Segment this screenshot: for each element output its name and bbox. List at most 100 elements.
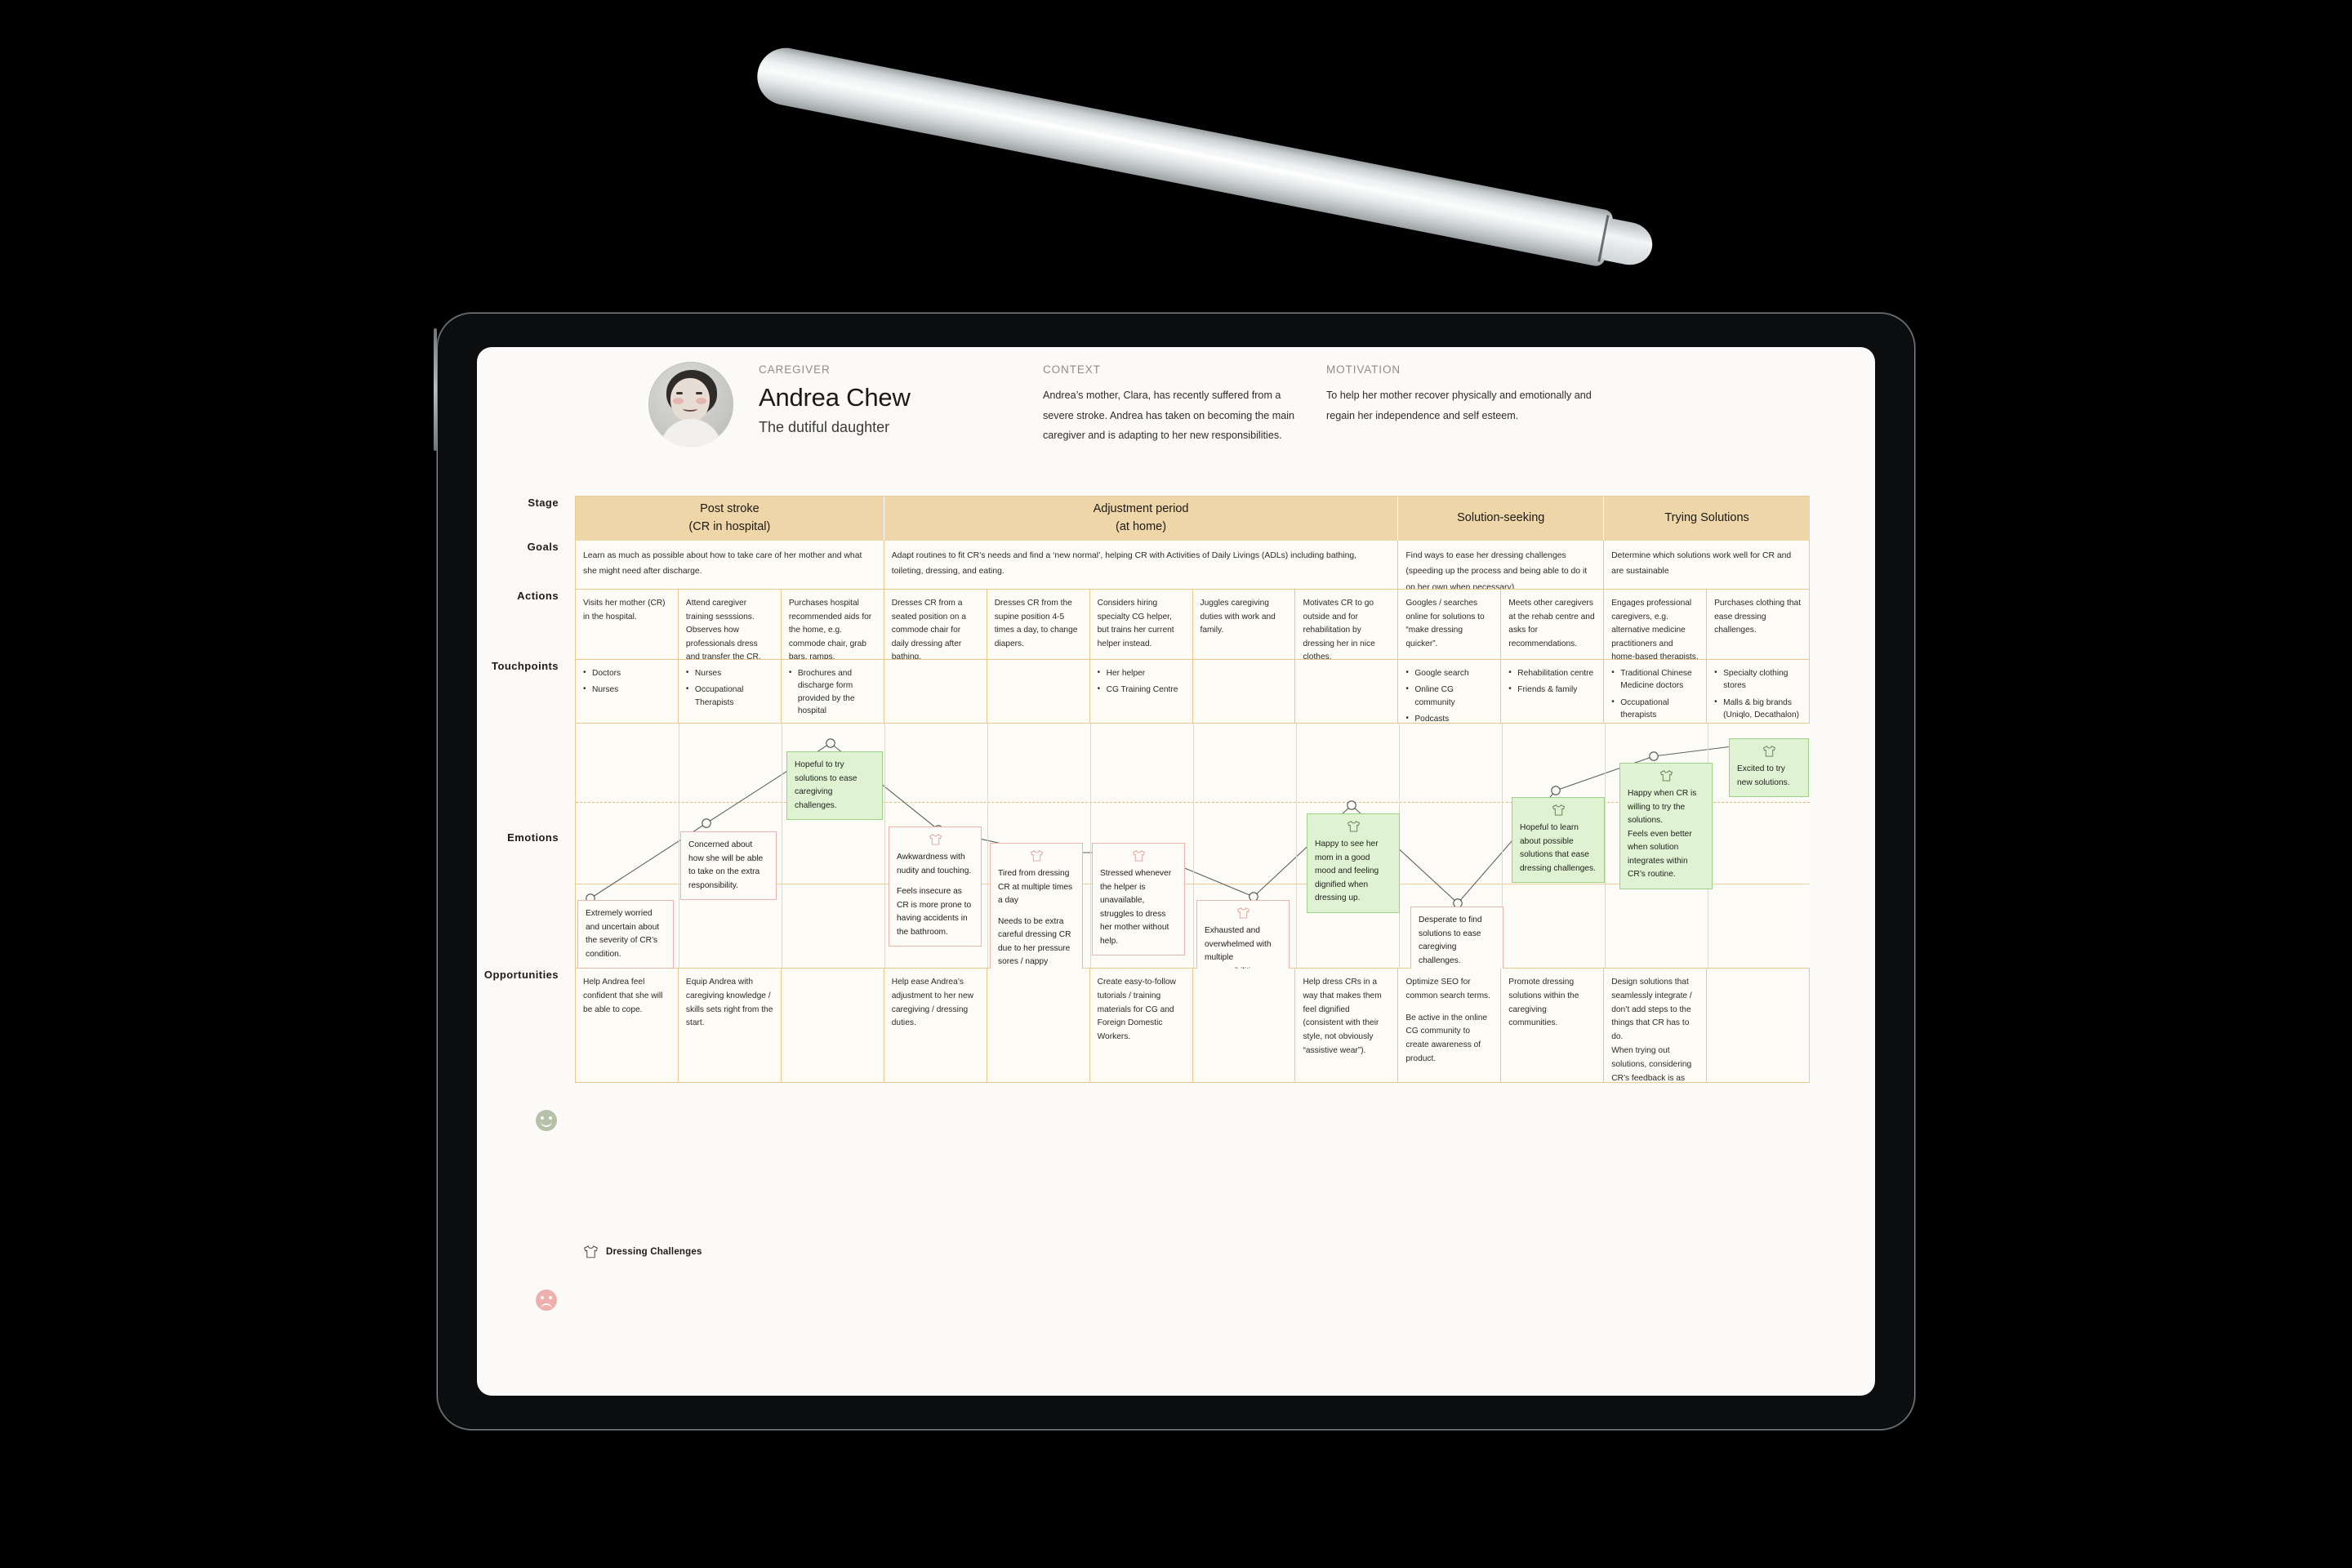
tshirt-icon xyxy=(1763,746,1775,757)
opportunity-cell-5[interactable]: Create easy-to-follow tutorials / traini… xyxy=(1089,969,1193,1083)
touchpoint-cell-11[interactable]: Specialty clothing stores Malls & big bra… xyxy=(1707,660,1811,724)
opportunity-cell-6[interactable] xyxy=(1192,969,1296,1083)
opportunity-cell-2[interactable] xyxy=(781,969,884,1083)
row-goals: Goals Learn as much as possible about ho… xyxy=(528,541,1811,590)
opportunity-cell-4[interactable] xyxy=(987,969,1090,1083)
list-item: Rehabilitation centre xyxy=(1508,666,1596,679)
touchpoint-cell-0[interactable]: Doctors Nurses xyxy=(576,660,679,724)
emotion-point-1[interactable] xyxy=(702,818,711,828)
opportunity-cell-3[interactable]: Help ease Andrea’s adjustment to her new… xyxy=(884,969,987,1083)
row-opportunities: Opportunities Help Andrea feel confident… xyxy=(484,969,1811,1083)
action-cell-7[interactable]: Motivates CR to go outside and for rehab… xyxy=(1295,590,1399,660)
opportunity-cell-0[interactable]: Help Andrea feel confident that she will… xyxy=(576,969,679,1083)
stage-header-1[interactable]: Adjustment period (at home) xyxy=(884,497,1399,541)
list-item: Brochures and discharge form provided by… xyxy=(789,666,876,717)
emotion-point-9[interactable] xyxy=(1551,786,1561,795)
touchpoint-cell-2[interactable]: Brochures and discharge form provided by… xyxy=(781,660,884,724)
note-line: Happy to see her mom in a good mood and … xyxy=(1315,840,1379,903)
emotion-point-2[interactable] xyxy=(826,738,835,748)
opportunity-cell-7[interactable]: Help dress CRs in a way that makes them … xyxy=(1295,969,1399,1083)
touchpoint-cell-5[interactable]: Her helper CG Training Centre xyxy=(1089,660,1193,724)
action-cell-4[interactable]: Dresses CR from the supine position 4-5 … xyxy=(987,590,1090,660)
list-item: Malls & big brands (Uniqlo, Decathalon) xyxy=(1714,696,1802,722)
emotion-note-3[interactable]: Awkwardness with nudity and touching. Fee… xyxy=(889,826,982,947)
action-cell-3[interactable]: Dresses CR from a seated position on a c… xyxy=(884,590,987,660)
touchpoint-cell-6[interactable] xyxy=(1192,660,1296,724)
action-cell-0[interactable]: Visits her mother (CR) in the hospital. xyxy=(576,590,679,660)
emotion-column-divider xyxy=(1193,724,1194,968)
emotion-note-2[interactable]: Hopeful to try solutions to ease caregiv… xyxy=(786,751,883,821)
action-cell-6[interactable]: Juggles caregiving duties with work and … xyxy=(1192,590,1296,660)
touchpoint-cell-9[interactable]: Rehabilitation centre Friends & family xyxy=(1501,660,1605,724)
row-emotions[interactable]: Emotions Extremely worried and uncertain… xyxy=(507,724,1810,991)
opportunity-line: Help dress CRs in a way that makes them … xyxy=(1303,978,1382,1056)
action-cell-5[interactable]: Considers hiring specialty CG helper, bu… xyxy=(1089,590,1193,660)
list-item: CG Training Centre xyxy=(1098,683,1185,696)
opportunity-cell-9[interactable]: Promote dressing solutions within the ca… xyxy=(1501,969,1605,1083)
note-line: Hopeful to try solutions to ease caregiv… xyxy=(795,760,858,810)
avatar-shoulders xyxy=(660,419,722,447)
row-label-touchpoints: Touchpoints xyxy=(492,660,559,672)
screenshot-canvas: CAREGIVER Andrea Chew The dutiful daught… xyxy=(0,0,2352,1568)
opportunity-line: Help Andrea feel confident that she will… xyxy=(583,978,663,1014)
emotion-note-5[interactable]: Stressed whenever the helper is unavaila… xyxy=(1092,843,1185,956)
action-cell-10[interactable]: Engages professional caregivers, e.g. al… xyxy=(1604,590,1708,660)
opportunity-line: Be active in the online CG community to … xyxy=(1405,1013,1488,1064)
note-line: Happy when CR is willing to try the solu… xyxy=(1628,789,1697,826)
touchpoint-cell-7[interactable] xyxy=(1295,660,1399,724)
persona-identity: CAREGIVER Andrea Chew The dutiful daught… xyxy=(759,363,911,436)
list-item: Occupational Therapists xyxy=(686,683,773,709)
tshirt-icon xyxy=(1031,850,1043,862)
goal-cell-3[interactable]: Determine which solutions work well for … xyxy=(1604,541,1811,590)
action-cell-8[interactable]: Googles / searches online for solutions … xyxy=(1398,590,1502,660)
emotion-column-divider xyxy=(1296,724,1297,968)
row-label-stage: Stage xyxy=(528,497,559,509)
opportunity-cell-11[interactable] xyxy=(1707,969,1811,1083)
action-cell-11[interactable]: Purchases clothing that ease dressing ch… xyxy=(1707,590,1811,660)
emotion-point-10[interactable] xyxy=(1649,751,1659,761)
opportunity-cell-1[interactable]: Equip Andrea with caregiving knowledge /… xyxy=(678,969,782,1083)
opportunity-line: Equip Andrea with caregiving knowledge /… xyxy=(685,978,773,1028)
row-label-actions: Actions xyxy=(517,590,559,602)
opportunity-line: Optimize SEO for common search terms. xyxy=(1405,978,1490,1000)
emotion-note-8[interactable]: Desperate to find solutions to ease care… xyxy=(1410,906,1503,976)
emotion-point-7[interactable] xyxy=(1347,800,1356,810)
touchpoint-cell-10[interactable]: Traditional Chinese Medicine doctors Occu… xyxy=(1604,660,1708,724)
stage-subtitle: (at home) xyxy=(1116,519,1167,533)
emotion-note-0[interactable]: Extremely worried and uncertain about th… xyxy=(577,900,674,969)
avatar-eye-left xyxy=(676,392,683,394)
goal-cell-0[interactable]: Learn as much as possible about how to t… xyxy=(576,541,884,590)
stage-header-0[interactable]: Post stroke (CR in hospital) xyxy=(576,497,884,541)
emotion-note-10[interactable]: Happy when CR is willing to try the solu… xyxy=(1619,763,1713,889)
motivation-text: To help her mother recover physically an… xyxy=(1326,390,1592,421)
note-line: Desperate to find solutions to ease care… xyxy=(1419,915,1482,965)
touchpoint-cell-4[interactable] xyxy=(987,660,1090,724)
opportunity-line xyxy=(995,976,1082,984)
action-cell-2[interactable]: Purchases hospital recommended aids for … xyxy=(781,590,884,660)
tshirt-icon xyxy=(1660,770,1673,782)
stage-title: Trying Solutions xyxy=(1664,510,1749,524)
opportunity-cell-10[interactable]: Design solutions that seamlessly integra… xyxy=(1604,969,1708,1083)
emotion-note-7[interactable]: Happy to see her mom in a good mood and … xyxy=(1307,813,1400,913)
goal-cell-2[interactable]: Find ways to ease her dressing challenge… xyxy=(1398,541,1605,590)
happy-face-icon xyxy=(536,1110,557,1131)
motivation-label: MOTIVATION xyxy=(1326,363,1401,376)
emotion-note-1[interactable]: Concerned about how she will be able to … xyxy=(680,831,777,901)
touchpoint-list: Specialty clothing stores Malls & big bra… xyxy=(1714,666,1802,722)
emotion-note-9[interactable]: Hopeful to learn about possible solution… xyxy=(1512,797,1605,884)
touchpoint-cell-1[interactable]: Nurses Occupational Therapists xyxy=(678,660,782,724)
legend-label: Dressing Challenges xyxy=(606,1247,702,1257)
action-cell-1[interactable]: Attend caregiver training sesssions. Obs… xyxy=(678,590,782,660)
list-item: Her helper xyxy=(1098,666,1185,679)
note-line: Concerned about how she will be able to … xyxy=(688,840,764,890)
action-cell-9[interactable]: Meets other caregivers at the rehab cent… xyxy=(1501,590,1605,660)
stage-title: Adjustment period xyxy=(1093,501,1189,515)
stage-header-2[interactable]: Solution-seeking xyxy=(1398,497,1605,541)
emotion-note-11[interactable]: Excited to try new solutions. xyxy=(1729,738,1809,798)
goal-cell-1[interactable]: Adapt routines to fit CR’s needs and fin… xyxy=(884,541,1399,590)
stage-header-3[interactable]: Trying Solutions xyxy=(1604,497,1810,541)
opportunity-cell-8[interactable]: Optimize SEO for common search terms. Be … xyxy=(1398,969,1502,1083)
touchpoint-cell-8[interactable]: Google search Online CG community Podcasts xyxy=(1398,660,1502,724)
tablet-screen[interactable]: CAREGIVER Andrea Chew The dutiful daught… xyxy=(477,347,1875,1396)
touchpoint-cell-3[interactable] xyxy=(884,660,987,724)
